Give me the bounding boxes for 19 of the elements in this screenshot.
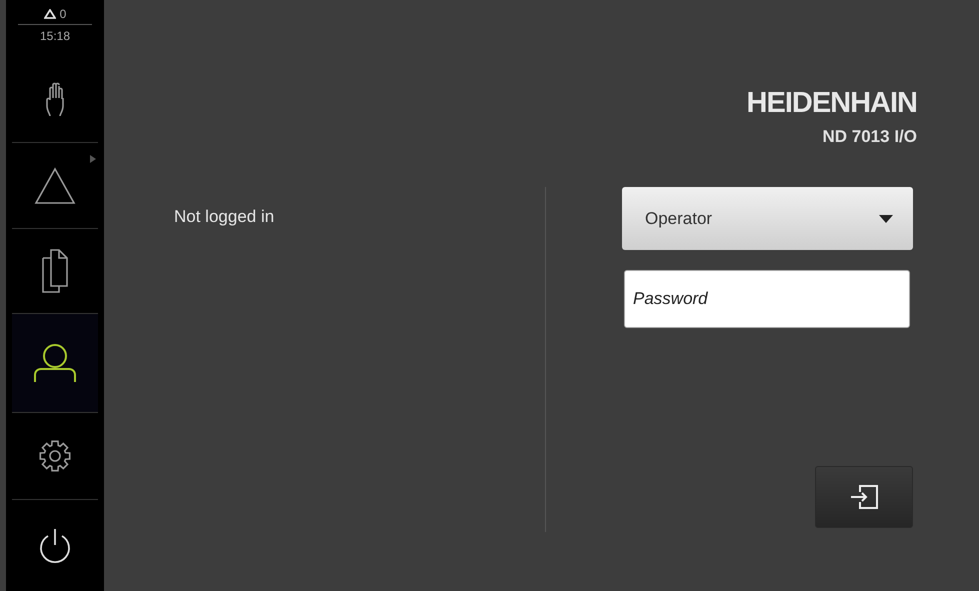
documents-icon [42,249,68,294]
caret-icon [879,214,893,222]
login-button[interactable] [815,466,913,528]
sidebar-item[interactable] [12,314,98,413]
warning-triangle-icon [44,9,56,19]
login-icon [850,485,878,509]
power-icon [38,528,72,564]
login-status: Not logged in [174,207,274,226]
password-field[interactable]: Password [624,270,910,328]
warning-count: 0 [60,7,66,21]
user-icon [34,343,76,384]
submenu-arrow-icon [90,155,96,164]
hand-icon [45,82,65,118]
model-name: ND 7013 I/O [822,127,917,147]
user-dropdown[interactable]: Operator [622,187,913,250]
brand-logo: HEIDENHAIN [746,89,917,117]
settings-icon [38,439,72,474]
triangle-icon [34,166,76,205]
clock-time: 15:18 [40,29,70,43]
